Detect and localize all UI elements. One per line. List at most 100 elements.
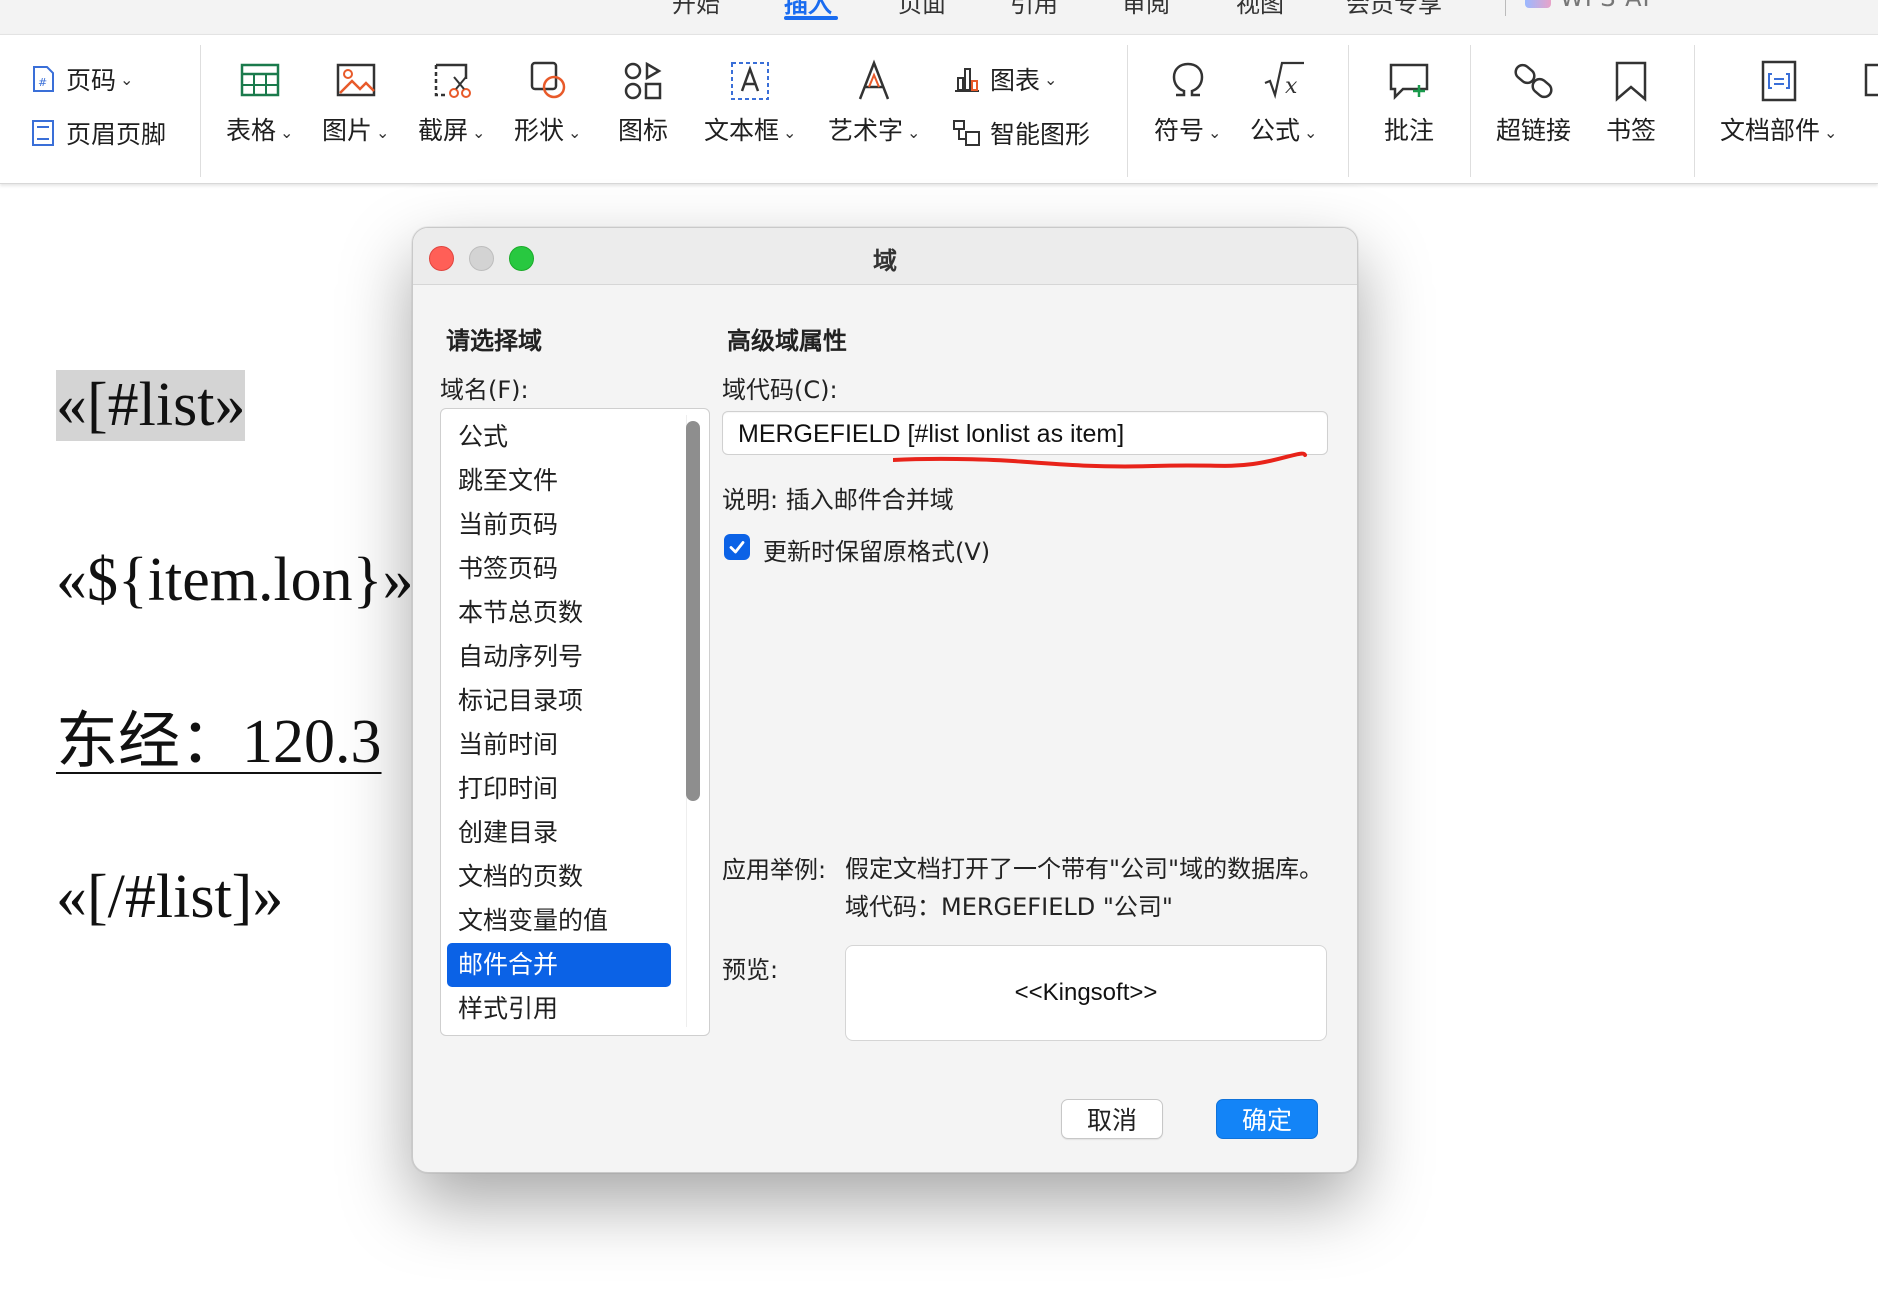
comment-label: 批注	[1384, 116, 1435, 145]
ribbon-divider	[200, 45, 201, 177]
field-list-item[interactable]: 公式	[447, 415, 671, 459]
example-label: 应用举例:	[722, 856, 827, 884]
menu-tab-strip: 开始 插入 页面 引用 审阅 视图 会员专享 WPS AI	[0, 0, 1878, 34]
field-list-item[interactable]: 样式引用	[447, 987, 671, 1031]
ribbon-divider	[1127, 45, 1128, 177]
field-name-label: 域名(F):	[440, 376, 529, 404]
doc-parts-button[interactable]: 文档部件 ⌄	[1720, 59, 1837, 147]
tab-references[interactable]: 引用	[1010, 0, 1058, 19]
bookmark-icon	[1609, 59, 1653, 103]
ribbon-divider	[1348, 45, 1349, 177]
chevron-down-icon: ⌄	[568, 122, 582, 142]
hyperlink-label: 超链接	[1496, 116, 1572, 145]
field-list-item[interactable]: 标记目录项	[447, 679, 671, 723]
wordart-label: 艺术字	[828, 116, 904, 145]
field-list-item[interactable]: 文档变量的值	[447, 899, 671, 943]
chevron-down-icon: ⌄	[1304, 122, 1318, 142]
comment-button[interactable]: 批注	[1384, 59, 1434, 147]
shape-button[interactable]: 形状 ⌄	[514, 59, 581, 147]
wordart-icon	[852, 59, 896, 103]
scissors-icon	[430, 59, 474, 103]
cancel-button[interactable]: 取消	[1061, 1099, 1163, 1139]
keep-format-checkbox[interactable]	[724, 534, 750, 560]
textbox-icon	[728, 59, 772, 103]
ribbon-divider	[1694, 45, 1695, 177]
field-list-item[interactable]: 本节总页数	[447, 591, 671, 635]
tab-view[interactable]: 视图	[1236, 0, 1284, 19]
textbox-button[interactable]: 文本框 ⌄	[704, 59, 796, 147]
bookmark-button[interactable]: 书签	[1606, 59, 1656, 147]
keep-format-label[interactable]: 更新时保留原格式(V)	[763, 532, 990, 567]
chart-label: 图表	[990, 66, 1041, 95]
screenshot-button[interactable]: 截屏 ⌄	[418, 59, 485, 147]
insert-ribbon: # 页码 ⌄ 页眉页脚 表格 ⌄ 图片 ⌄ 截屏 ⌄ 形状 ⌄ 图标 文本框 ⌄ 艺术字 ⌄ …	[0, 34, 1878, 184]
chevron-down-icon: ⌄	[907, 122, 921, 142]
field-list-item[interactable]: 文档的页数	[447, 855, 671, 899]
wps-ai-logo-icon	[1525, 0, 1551, 8]
tab-home[interactable]: 开始	[672, 0, 720, 19]
doc-list-start[interactable]: «[#list»	[56, 370, 246, 441]
icon-button[interactable]: 图标	[618, 59, 668, 147]
dialog-title: 域	[873, 247, 897, 275]
dialog-titlebar[interactable]: 域	[413, 228, 1357, 285]
field-list-item[interactable]: 当前页码	[447, 503, 671, 547]
field-list-items: 公式 跳至文件 当前页码 书签页码 本节总页数 自动序列号 标记目录项 当前时间 打印时间 创建目…	[447, 415, 671, 1031]
active-tab-indicator	[784, 16, 838, 20]
more-ribbon-item[interactable]	[1862, 59, 1878, 111]
formula-button[interactable]: x 公式 ⌄	[1250, 59, 1317, 147]
doc-list-end[interactable]: «[/#list]»	[56, 862, 283, 933]
preview-value: <<Kingsoft>>	[1014, 979, 1158, 1006]
field-list-item[interactable]: 打印时间	[447, 767, 671, 811]
tab-member[interactable]: 会员专享	[1346, 0, 1442, 19]
red-underline-annotation	[893, 451, 1307, 469]
page-number-button[interactable]: # 页码 ⌄	[28, 61, 133, 97]
field-list-item[interactable]: 邮件合并	[447, 943, 671, 987]
textbox-label: 文本框	[704, 116, 780, 145]
doc-longitude-text[interactable]: 东经：120.3	[56, 690, 382, 780]
doc-item-lon[interactable]: «${item.lon}»	[56, 545, 413, 616]
chevron-down-icon: ⌄	[120, 69, 134, 89]
comment-icon	[1387, 59, 1431, 103]
screenshot-label: 截屏	[418, 116, 469, 145]
smartart-button[interactable]: 智能图形	[952, 115, 1090, 151]
advanced-heading: 高级域属性	[727, 327, 847, 355]
symbol-button[interactable]: 符号 ⌄	[1154, 59, 1221, 147]
field-list-item[interactable]: 跳至文件	[447, 459, 671, 503]
smartart-label: 智能图形	[990, 120, 1091, 149]
chevron-down-icon: ⌄	[1824, 122, 1838, 142]
chart-icon	[955, 68, 979, 92]
bookmark-label: 书签	[1606, 116, 1657, 145]
sqrt-x-icon: x	[1262, 59, 1306, 103]
shape-icon	[526, 59, 570, 103]
header-footer-button[interactable]: 页眉页脚	[28, 115, 166, 151]
page-number-icon: #	[33, 66, 54, 92]
chevron-down-icon: ⌄	[1208, 122, 1222, 142]
field-list-item[interactable]: 书签页码	[447, 547, 671, 591]
tab-review[interactable]: 审阅	[1122, 0, 1170, 19]
field-list-item[interactable]: 自动序列号	[447, 635, 671, 679]
table-label: 表格	[226, 116, 277, 145]
hyperlink-button[interactable]: 超链接	[1496, 59, 1571, 147]
tab-page[interactable]: 页面	[898, 0, 946, 19]
table-icon	[238, 59, 282, 103]
chart-button[interactable]: 图表 ⌄	[952, 61, 1057, 97]
field-list-item[interactable]: 创建目录	[447, 811, 671, 855]
preview-label: 预览:	[722, 956, 779, 984]
header-footer-label: 页眉页脚	[66, 120, 167, 149]
svg-text:x: x	[1285, 74, 1298, 99]
chevron-down-icon: ⌄	[376, 122, 390, 142]
field-dialog: 域 请选择域 高级域属性 域名(F): 域代码(C): 公式 跳至文件 当前页码 书签…	[412, 227, 1358, 1173]
field-list-item[interactable]: 当前时间	[447, 723, 671, 767]
picture-button[interactable]: 图片 ⌄	[322, 59, 389, 147]
omega-icon	[1166, 59, 1210, 103]
field-description: 说明: 插入邮件合并域	[722, 486, 954, 514]
wordart-button[interactable]: 艺术字 ⌄	[828, 59, 920, 147]
field-code-input[interactable]: MERGEFIELD [#list lonlist as item]	[722, 411, 1328, 455]
wps-ai-tab[interactable]: WPS AI	[1560, 0, 1651, 12]
example-text: 假定文档打开了一个带有"公司"域的数据库。域代码：MERGEFIELD "公司"	[845, 855, 1324, 921]
list-scrollbar-thumb[interactable]	[686, 421, 700, 801]
table-button[interactable]: 表格 ⌄	[226, 59, 293, 147]
field-list[interactable]: 公式 跳至文件 当前页码 书签页码 本节总页数 自动序列号 标记目录项 当前时间 打印时间 创建目…	[440, 408, 710, 1036]
ok-button[interactable]: 确定	[1216, 1099, 1318, 1139]
ribbon-divider	[1470, 45, 1471, 177]
